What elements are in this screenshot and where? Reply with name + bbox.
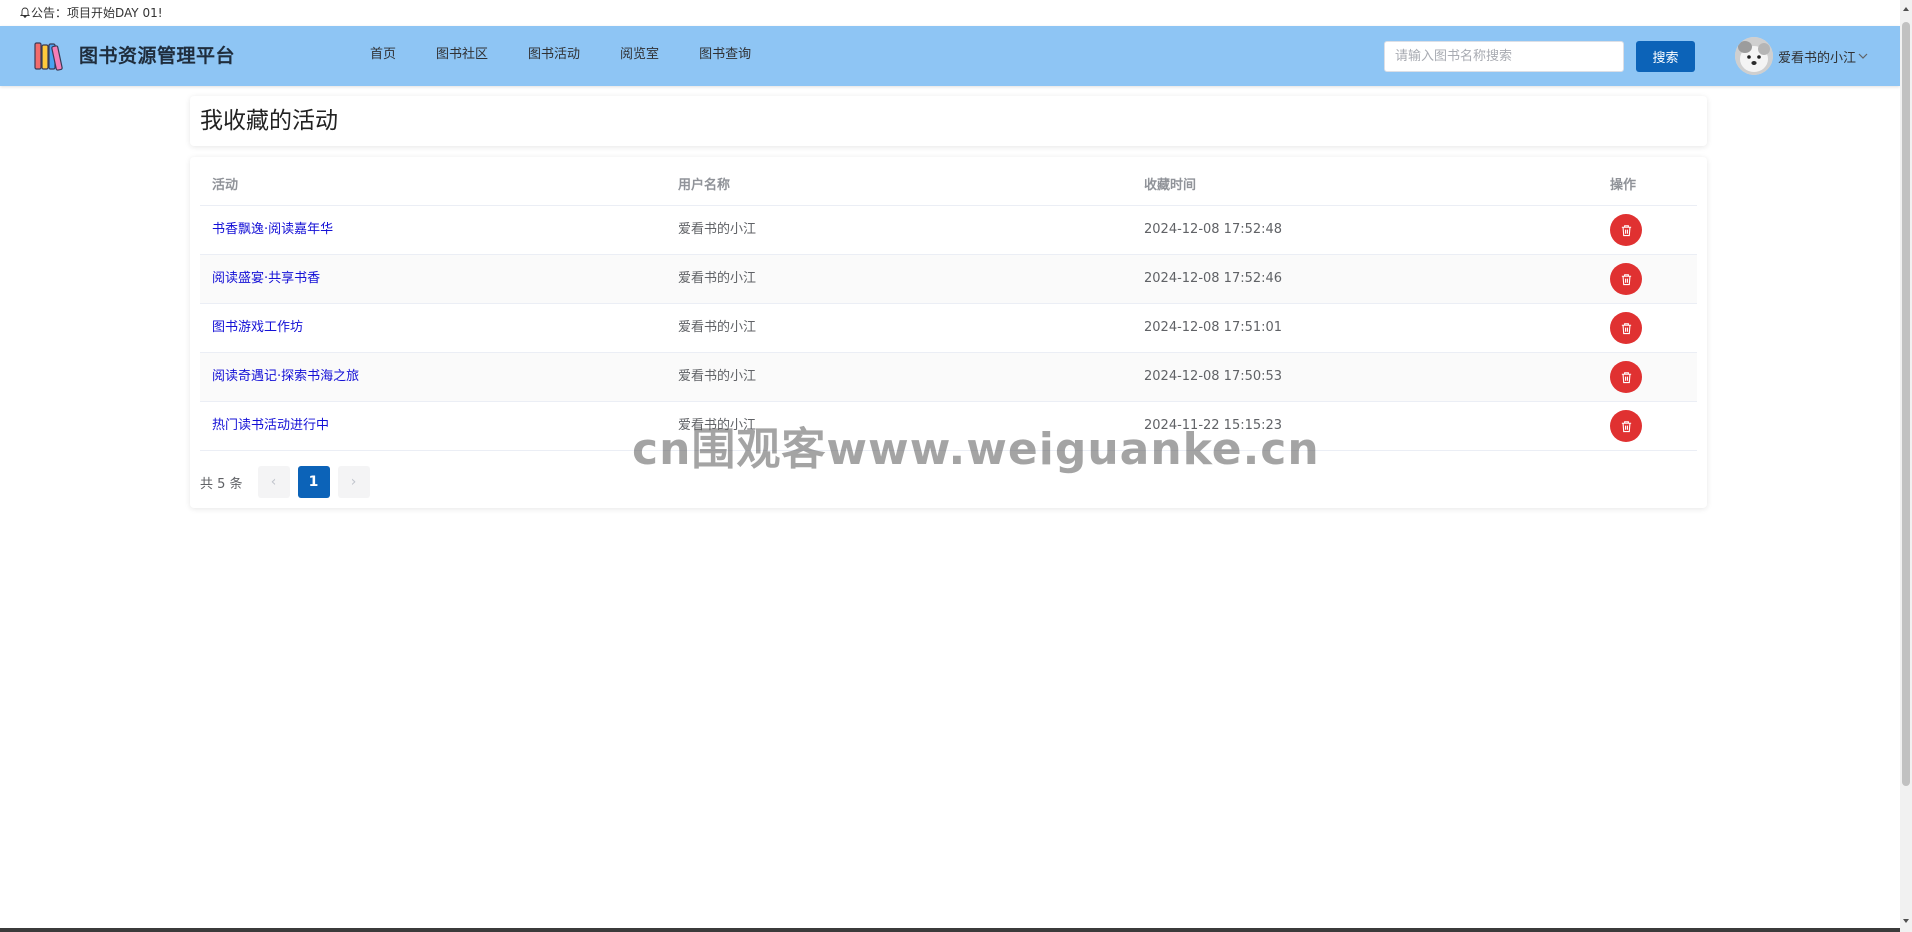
books-logo-icon (34, 42, 63, 71)
nav-book-search[interactable]: 图书查询 (679, 26, 771, 86)
top-navbar: 图书资源管理平台 首页 图书社区 图书活动 阅览室 图书查询 搜索 爱看书的小江 (0, 26, 1900, 86)
column-header-user: 用户名称 (678, 178, 731, 193)
trash-icon (1621, 322, 1631, 334)
delete-button[interactable] (1610, 214, 1642, 246)
table-row: 图书游戏工作坊 爱看书的小江 2024-12-08 17:51:01 (200, 304, 1697, 353)
avatar (1735, 37, 1773, 75)
user-cell: 爱看书的小江 (678, 320, 757, 335)
search-button[interactable]: 搜索 (1636, 41, 1695, 72)
search-input[interactable] (1384, 41, 1624, 72)
delete-button[interactable] (1610, 410, 1642, 442)
prev-page-button[interactable]: ‹ (257, 466, 290, 498)
activity-link[interactable]: 书香飘逸·阅读嘉年华 (212, 221, 333, 239)
activity-link[interactable]: 阅读奇遇记·探索书海之旅 (212, 368, 359, 386)
delete-button[interactable] (1610, 361, 1642, 393)
window-bottom-border (0, 928, 1900, 932)
scroll-up-arrow-icon[interactable] (1901, 4, 1911, 14)
trash-icon (1621, 273, 1631, 285)
nav-home[interactable]: 首页 (350, 26, 416, 86)
time-cell: 2024-12-08 17:50:53 (1144, 369, 1283, 384)
activity-link[interactable]: 图书游戏工作坊 (212, 319, 303, 337)
watermark: cn围观客www.weiguanke.cn (632, 424, 1320, 475)
page-1-button[interactable]: 1 (297, 466, 330, 498)
bell-icon (20, 7, 30, 18)
time-cell: 2024-12-08 17:52:46 (1144, 271, 1283, 286)
column-header-activity: 活动 (212, 178, 239, 193)
delete-button[interactable] (1610, 312, 1642, 344)
next-page-button[interactable]: › (337, 466, 370, 498)
activity-link[interactable]: 热门读书活动进行中 (212, 417, 329, 435)
table-row: 阅读盛宴·共享书香 爱看书的小江 2024-12-08 17:52:46 (200, 255, 1697, 304)
site-title: 图书资源管理平台 (79, 45, 236, 67)
column-header-action: 操作 (1610, 178, 1637, 193)
user-cell: 爱看书的小江 (678, 271, 757, 286)
pagination: 共 5 条 ‹ 1 › (200, 466, 378, 498)
time-cell: 2024-12-08 17:51:01 (1144, 320, 1283, 335)
time-cell: 2024-12-08 17:52:48 (1144, 222, 1283, 237)
user-name: 爱看书的小江 (1778, 50, 1857, 66)
total-count: 共 5 条 (200, 476, 243, 492)
trash-icon (1621, 420, 1631, 432)
page-title: 我收藏的活动 (200, 108, 338, 134)
delete-button[interactable] (1610, 263, 1642, 295)
trash-icon (1621, 224, 1631, 236)
user-menu[interactable]: 爱看书的小江 (1735, 36, 1869, 76)
table-row: 书香飘逸·阅读嘉年华 爱看书的小江 2024-12-08 17:52:48 (200, 206, 1697, 255)
scrollbar-thumb[interactable] (1902, 22, 1910, 786)
table-header: 活动 用户名称 收藏时间 操作 (200, 167, 1697, 206)
table-row: 阅读奇遇记·探索书海之旅 爱看书的小江 2024-12-08 17:50:53 (200, 353, 1697, 402)
nav-community[interactable]: 图书社区 (416, 26, 508, 86)
chevron-down-icon (1858, 53, 1868, 59)
announcement-bar: 公告：项目开始DAY 01! (0, 0, 1900, 26)
activity-link[interactable]: 阅读盛宴·共享书香 (212, 270, 320, 288)
scroll-down-arrow-icon[interactable] (1901, 916, 1911, 926)
favorites-table: 活动 用户名称 收藏时间 操作 书香飘逸·阅读嘉年华 爱看书的小江 2024-1… (200, 167, 1697, 451)
nav-activities[interactable]: 图书活动 (508, 26, 600, 86)
announcement-text: 公告：项目开始DAY 01! (31, 6, 163, 20)
page-title-card: 我收藏的活动 (190, 96, 1707, 146)
nav-reading-room[interactable]: 阅览室 (600, 26, 679, 86)
trash-icon (1621, 371, 1631, 383)
column-header-time: 收藏时间 (1144, 178, 1197, 193)
main-nav: 首页 图书社区 图书活动 阅览室 图书查询 (350, 26, 771, 86)
user-cell: 爱看书的小江 (678, 222, 757, 237)
user-cell: 爱看书的小江 (678, 369, 757, 384)
